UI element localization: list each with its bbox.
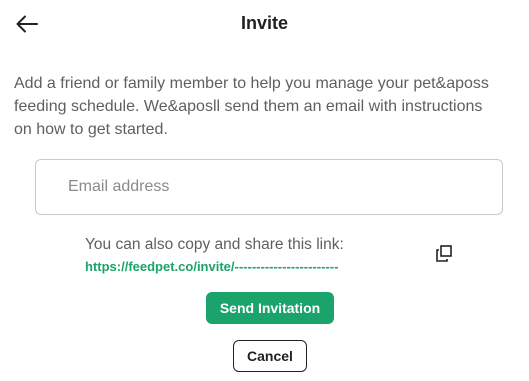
description-line: on how to get started.	[14, 121, 168, 138]
page-title: Invite	[240, 13, 288, 33]
description-line: feeding schedule. We&aposll send them an…	[14, 98, 483, 115]
invite-description: Add a friend or family member to help yo…	[14, 72, 526, 141]
copy-icon	[436, 245, 452, 262]
copy-link-button[interactable]	[434, 244, 454, 264]
description-line: Add a friend or family member to help yo…	[14, 75, 489, 92]
send-invitation-button[interactable]: Send Invitation	[206, 292, 334, 324]
invite-link[interactable]: https://feedpet.co/invite/--------------…	[85, 259, 338, 275]
email-field[interactable]	[35, 159, 503, 215]
share-link-label: You can also copy and share this link:	[85, 236, 344, 253]
cancel-button[interactable]: Cancel	[233, 340, 307, 372]
